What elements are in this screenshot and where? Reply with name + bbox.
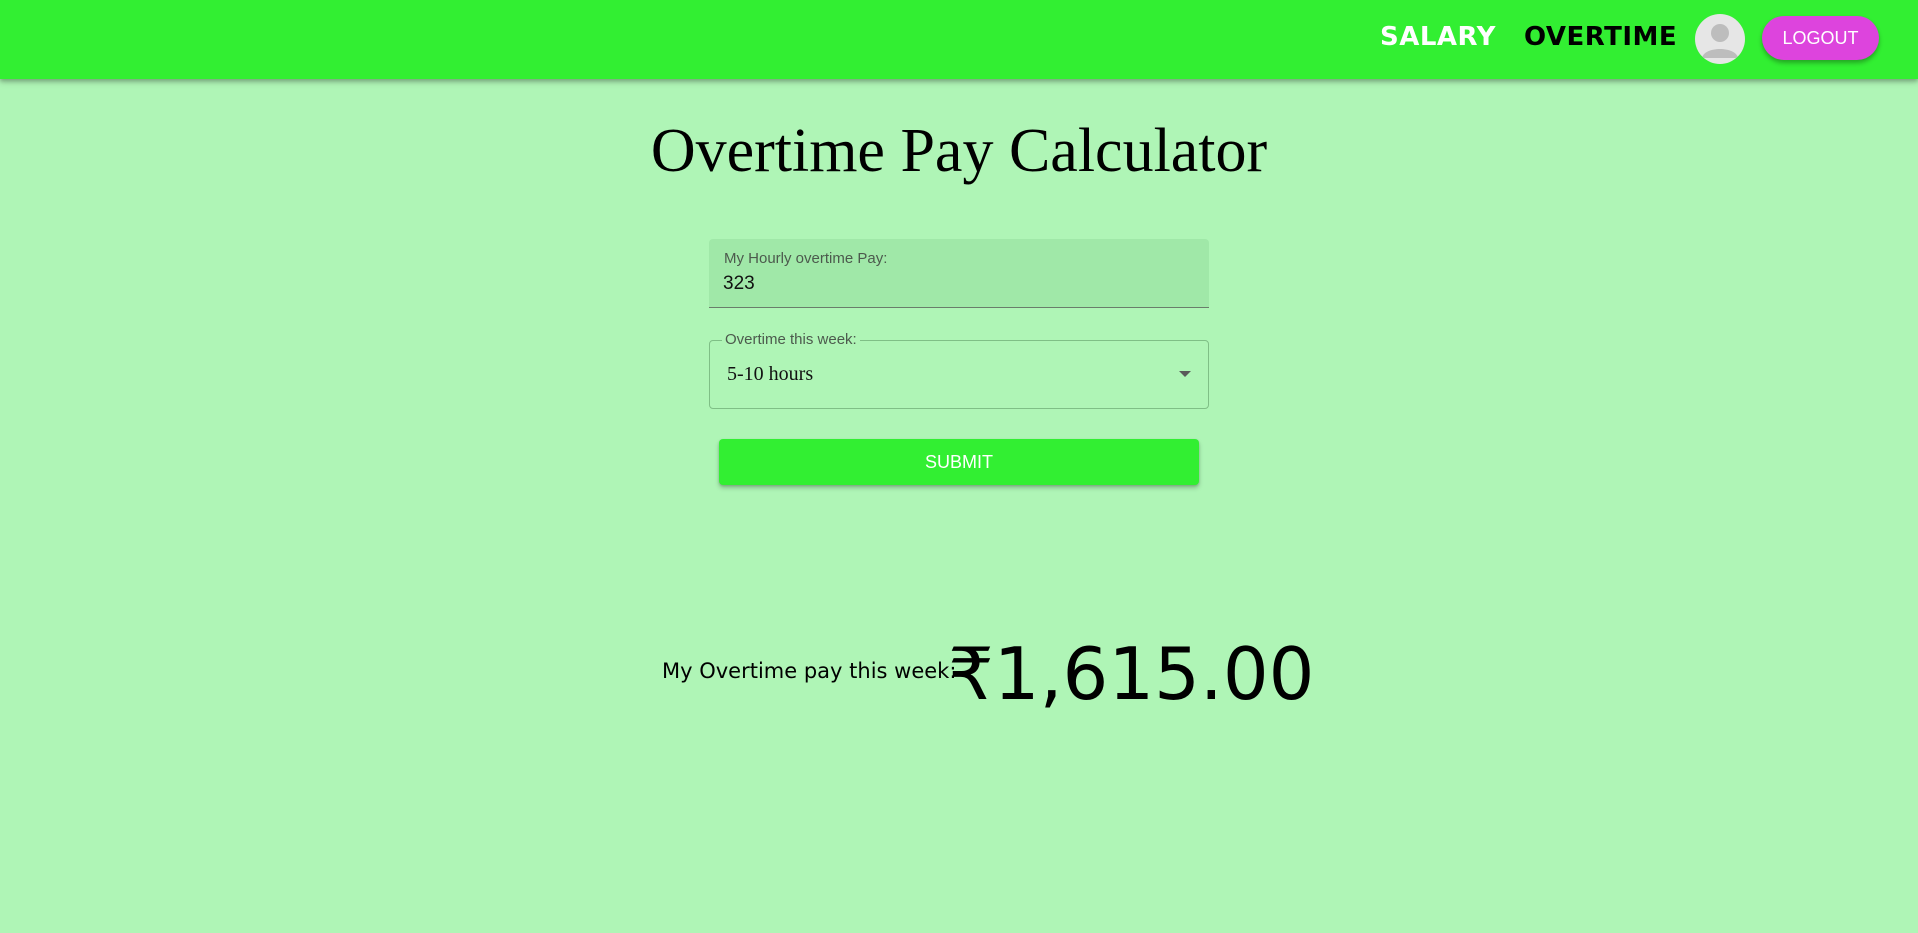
nav-salary-link[interactable]: SALARY: [1380, 22, 1496, 52]
result-value: ₹1,615.00: [948, 632, 1315, 716]
overtime-select-label: Overtime this week:: [722, 331, 860, 348]
page-title: Overtime Pay Calculator: [650, 117, 1268, 185]
hourly-pay-field[interactable]: My Hourly overtime Pay:: [709, 239, 1209, 308]
submit-button[interactable]: SUBMIT: [719, 439, 1199, 485]
overtime-select[interactable]: Overtime this week: 5-10 hours: [709, 331, 1209, 409]
hourly-pay-label: My Hourly overtime Pay:: [724, 250, 888, 267]
nav-overtime-link[interactable]: OVERTIME: [1524, 22, 1677, 52]
logout-button[interactable]: LOGOUT: [1762, 16, 1879, 60]
top-navigation-bar: SALARY OVERTIME LOGOUT: [0, 0, 1918, 79]
user-avatar-icon[interactable]: [1695, 14, 1745, 64]
hourly-pay-input[interactable]: [723, 273, 1183, 295]
result-label: My Overtime pay this week:: [662, 659, 957, 683]
overtime-select-value: 5-10 hours: [727, 363, 814, 385]
dropdown-arrow-icon: [1179, 371, 1191, 377]
